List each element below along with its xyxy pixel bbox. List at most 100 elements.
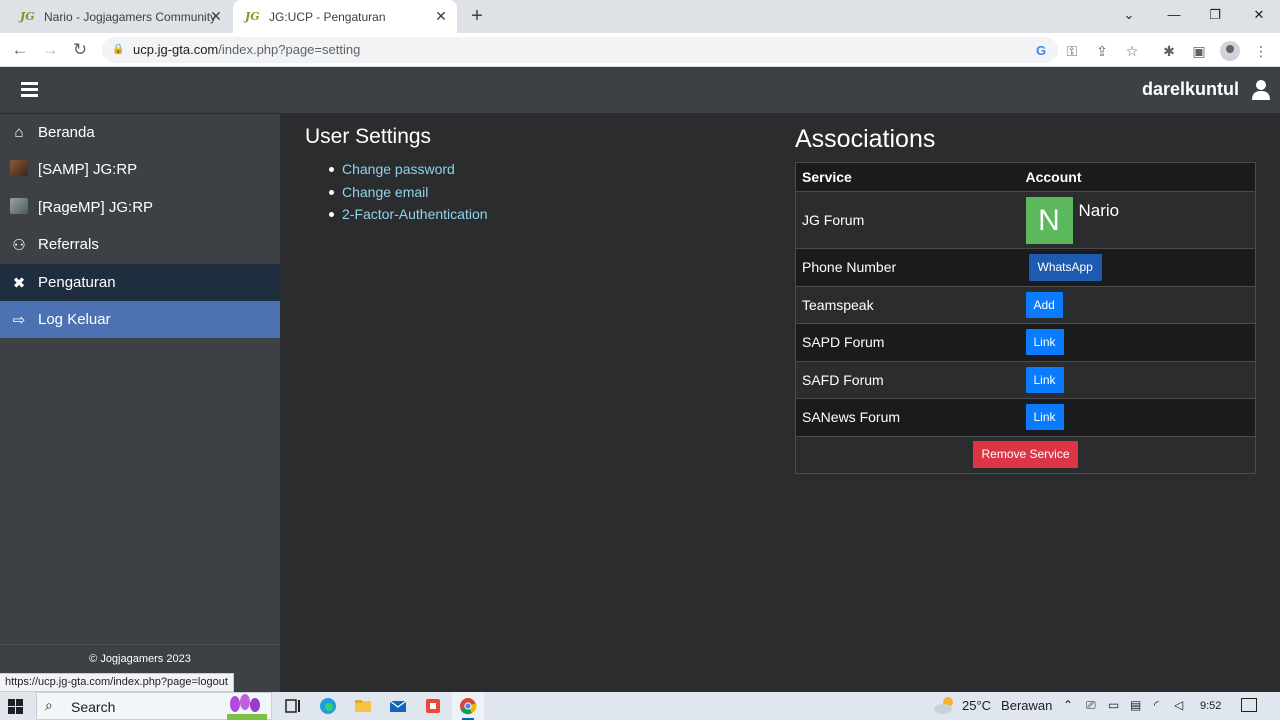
office-icon[interactable] (424, 697, 442, 715)
list-item: Change email (305, 182, 488, 205)
sanews-link-button[interactable]: Link (1025, 404, 1064, 431)
browser-toolbar: ← → ↻ 🔒 ucp.jg-gta.com/index.php?page=se… (0, 33, 1280, 67)
file-explorer-icon[interactable] (354, 697, 372, 715)
list-item: 2-Factor-Authentication (305, 204, 488, 227)
safd-link-button[interactable]: Link (1025, 366, 1064, 393)
username[interactable]: darelkuntul (1142, 79, 1239, 100)
browser-tab-pengaturan[interactable]: JG JG:UCP - Pengaturan ✕ (233, 0, 457, 33)
account-cell: Link (1019, 360, 1256, 399)
settings-links: Change password Change email 2-Factor-Au… (305, 159, 488, 227)
user-settings-title: User Settings (305, 125, 432, 148)
sidebar: ⌂ Beranda [SAMP] JG:RP [RageMP] JG:RP ⚇ … (0, 114, 281, 692)
tab-search-icon[interactable]: ⌄ (1117, 4, 1141, 26)
table-row: SAPD Forum Link (795, 323, 1256, 361)
service-name: JG Forum (795, 191, 1020, 249)
address-bar-input[interactable]: 🔒 ucp.jg-gta.com/index.php?page=setting … (102, 37, 1058, 63)
wifi-icon[interactable]: ◜ (1154, 698, 1159, 712)
chrome-taskbar-button[interactable] (452, 692, 484, 720)
back-button[interactable]: ← (8, 38, 32, 62)
share-icon[interactable]: ⇪ (1093, 42, 1111, 60)
chrome-menu-icon[interactable]: ⋮ (1252, 42, 1270, 60)
chevron-up-icon[interactable]: ⌃ (1063, 698, 1073, 712)
service-column-header: Service (795, 162, 1020, 192)
tab-close-icon[interactable]: ✕ (208, 8, 224, 24)
flowers-search-highlight-icon (227, 694, 267, 720)
sign-out-icon: ⇨ (12, 311, 26, 329)
restore-button[interactable]: ❐ (1203, 4, 1227, 26)
samp-icon (9, 159, 29, 180)
clock[interactable]: 9:52 (1200, 700, 1221, 712)
google-translate-icon[interactable]: G (1032, 42, 1050, 60)
address-url: ucp.jg-gta.com/index.php?page=setting (133, 37, 360, 63)
edge-icon[interactable] (319, 697, 337, 715)
jg-favicon-icon: JG (20, 10, 35, 23)
task-view-icon[interactable] (284, 697, 302, 715)
service-name: Teamspeak (795, 285, 1020, 324)
sidebar-item-pengaturan[interactable]: ✖ Pengaturan (0, 264, 280, 301)
sapd-link-button[interactable]: Link (1025, 329, 1064, 356)
sidebar-item-samp[interactable]: [SAMP] JG:RP (0, 151, 280, 188)
forward-button[interactable]: → (38, 38, 62, 62)
tab-close-icon[interactable]: ✕ (433, 8, 449, 24)
meet-now-icon[interactable]: ⎚ (1086, 698, 1096, 713)
teamspeak-add-button[interactable]: Add (1025, 291, 1063, 318)
windows-start-icon[interactable] (8, 699, 23, 714)
home-icon: ⌂ (14, 124, 24, 141)
table-header-row: Service Account (795, 162, 1256, 192)
weather-widget[interactable]: 25°C Berawan (932, 697, 1052, 714)
side-panel-icon[interactable]: ▣ (1190, 42, 1208, 60)
sidebar-item-label: [SAMP] JG:RP (38, 161, 138, 178)
change-email-link[interactable]: Change email (342, 184, 428, 200)
main-content: User Settings Change password Change ema… (281, 114, 1280, 692)
status-bar-url: https://ucp.jg-gta.com/index.php?page=lo… (0, 673, 234, 692)
tools-icon: ✖ (12, 274, 26, 292)
whatsapp-button[interactable]: WhatsApp (1028, 253, 1102, 281)
account-column-header: Account (1019, 162, 1256, 192)
windows-taskbar: ⌕ Search 25°C Berawan ⌃ ⎚ ▭ ▤ ◜ ◁ 9:52 (0, 692, 1280, 720)
mail-icon[interactable] (389, 697, 407, 715)
browser-tab-strip: JG Nario - Jogjagamers Community ✕ JG JG… (0, 0, 1280, 33)
account-cell: N Nario (1019, 191, 1256, 249)
notification-icon[interactable] (1241, 698, 1257, 712)
sidebar-item-label: [RageMP] JG:RP (38, 199, 154, 216)
sidebar-item-label: Referrals (38, 236, 99, 253)
display-icon[interactable]: ▭ (1108, 698, 1119, 712)
change-password-link[interactable]: Change password (342, 161, 455, 177)
jg-favicon-icon: JG (245, 10, 260, 23)
sidebar-footer: © Jogjagamers 2023 (0, 644, 280, 665)
table-row: Phone Number WhatsApp (795, 248, 1256, 286)
two-factor-link[interactable]: 2-Factor-Authentication (342, 206, 488, 222)
minimize-button[interactable]: — (1162, 4, 1186, 26)
chrome-icon (460, 698, 477, 715)
search-icon: ⌕ (45, 697, 53, 713)
new-tab-button[interactable]: + (466, 5, 488, 27)
associations-table: Service Account JG Forum N Nario Phone Nu… (795, 162, 1256, 474)
reload-button[interactable]: ↻ (68, 38, 92, 62)
taskbar-search-input[interactable]: ⌕ Search (36, 692, 272, 720)
profile-avatar[interactable] (1220, 41, 1240, 61)
volume-icon[interactable]: ◁ (1174, 698, 1183, 712)
hamburger-menu-icon[interactable] (21, 82, 38, 97)
close-window-button[interactable]: ✕ (1247, 4, 1271, 26)
lock-icon[interactable]: 🔒 (112, 37, 124, 63)
table-row: Remove Service (795, 435, 1256, 474)
account-cell: Link (1019, 323, 1256, 361)
cloudy-weather-icon (934, 697, 953, 714)
bookmark-star-icon[interactable]: ☆ (1123, 42, 1141, 60)
sidebar-item-label: Beranda (38, 124, 95, 141)
sidebar-item-beranda[interactable]: ⌂ Beranda (0, 114, 280, 151)
remove-cell: Remove Service (795, 435, 1256, 474)
sidebar-item-ragemp[interactable]: [RageMP] JG:RP (0, 189, 280, 226)
sidebar-item-log-keluar[interactable]: ⇨ Log Keluar (0, 301, 280, 338)
tab-title: Nario - Jogjagamers Community (44, 9, 217, 24)
service-name: SAFD Forum (795, 360, 1020, 399)
table-row: Teamspeak Add (795, 285, 1256, 324)
remove-service-button[interactable]: Remove Service (973, 441, 1078, 469)
user-icon[interactable] (1251, 79, 1271, 101)
browser-tab-nario[interactable]: JG Nario - Jogjagamers Community ✕ (8, 0, 232, 33)
extensions-icon[interactable]: ✱ (1160, 42, 1178, 60)
battery-icon[interactable]: ▤ (1130, 698, 1141, 712)
sidebar-item-referrals[interactable]: ⚇ Referrals (0, 226, 280, 263)
key-icon[interactable]: ⚿ (1063, 42, 1081, 60)
url-path: /index.php?page=setting (218, 42, 361, 57)
